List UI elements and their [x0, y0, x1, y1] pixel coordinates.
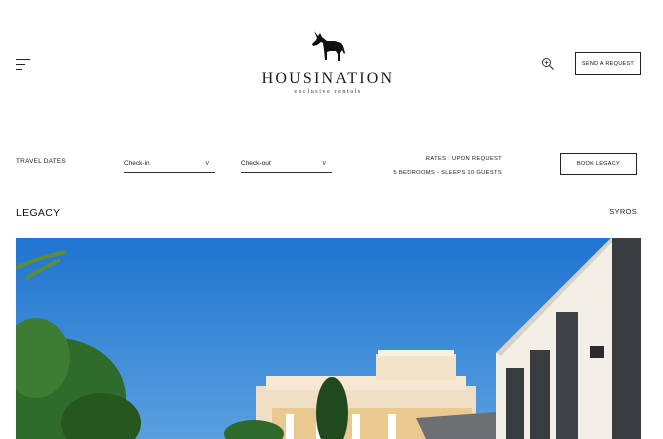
- send-request-button[interactable]: SEND A REQUEST: [575, 52, 641, 75]
- donkey-logo-icon: [312, 31, 345, 61]
- travel-dates-label: TRAVEL DATES: [16, 158, 66, 165]
- zoom-search-icon[interactable]: [541, 57, 555, 71]
- logo-tagline: exclusive rentals: [294, 89, 362, 95]
- menu-line: [16, 64, 25, 65]
- checkout-field[interactable]: Check-out v: [241, 155, 332, 173]
- rates-info: RATES : UPON REQUEST 5 BEDROOMS - SLEEPS…: [380, 152, 502, 180]
- book-button[interactable]: BOOK LEGACY: [560, 153, 637, 175]
- rates-text: RATES : UPON REQUEST: [425, 156, 502, 162]
- chevron-down-icon: v: [205, 160, 210, 167]
- checkin-field[interactable]: Check-in v: [124, 155, 215, 173]
- hero-image: [16, 238, 641, 439]
- checkin-placeholder: Check-in: [124, 160, 150, 167]
- logo-wordmark: HOUSINATION: [261, 70, 395, 87]
- page-title: LEGACY: [16, 207, 61, 219]
- chevron-down-icon: v: [322, 160, 327, 167]
- menu-line: [16, 59, 30, 60]
- menu-line: [16, 69, 22, 70]
- checkout-placeholder: Check-out: [241, 160, 271, 167]
- logo[interactable]: HOUSINATION exclusive rentals: [250, 28, 406, 95]
- location-label: SYROS: [609, 207, 637, 216]
- menu-toggle-button[interactable]: [16, 58, 32, 70]
- capacity-text: 5 BEDROOMS - SLEEPS 10 GUESTS: [393, 170, 502, 176]
